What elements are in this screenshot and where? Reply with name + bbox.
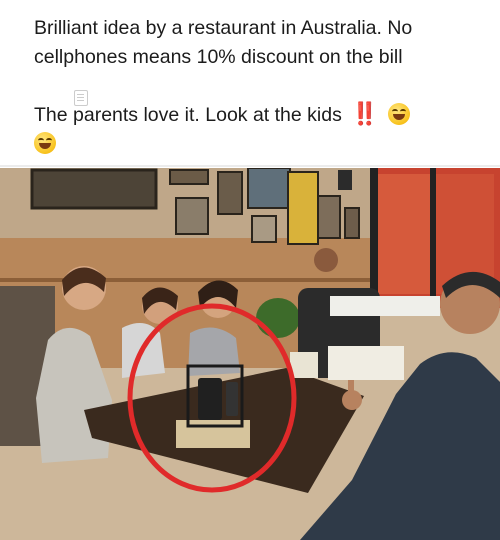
divider: [0, 165, 500, 167]
restaurant-photo[interactable]: [0, 168, 500, 540]
wall-frame: [287, 171, 319, 245]
plant: [256, 298, 300, 338]
wall-frame: [30, 168, 158, 210]
grin-emoji-icon: [388, 103, 411, 125]
caption-line-1: Brilliant idea by a restaurant in Austra…: [34, 17, 413, 68]
caption-line-2: The parents love it. Look at the kids ‼️: [34, 101, 411, 128]
paper: [328, 346, 404, 380]
menu-card: [290, 352, 318, 378]
back-table: [330, 296, 440, 316]
grin-emoji-icon: [34, 132, 56, 154]
post-caption: Brilliant idea by a restaurant in Austra…: [34, 14, 474, 154]
caption-line-2-text: The parents love it. Look at the kids: [34, 104, 342, 126]
wall-frame: [175, 197, 209, 235]
phone: [198, 378, 222, 420]
double-exclamation-emoji: ‼️: [351, 101, 378, 126]
